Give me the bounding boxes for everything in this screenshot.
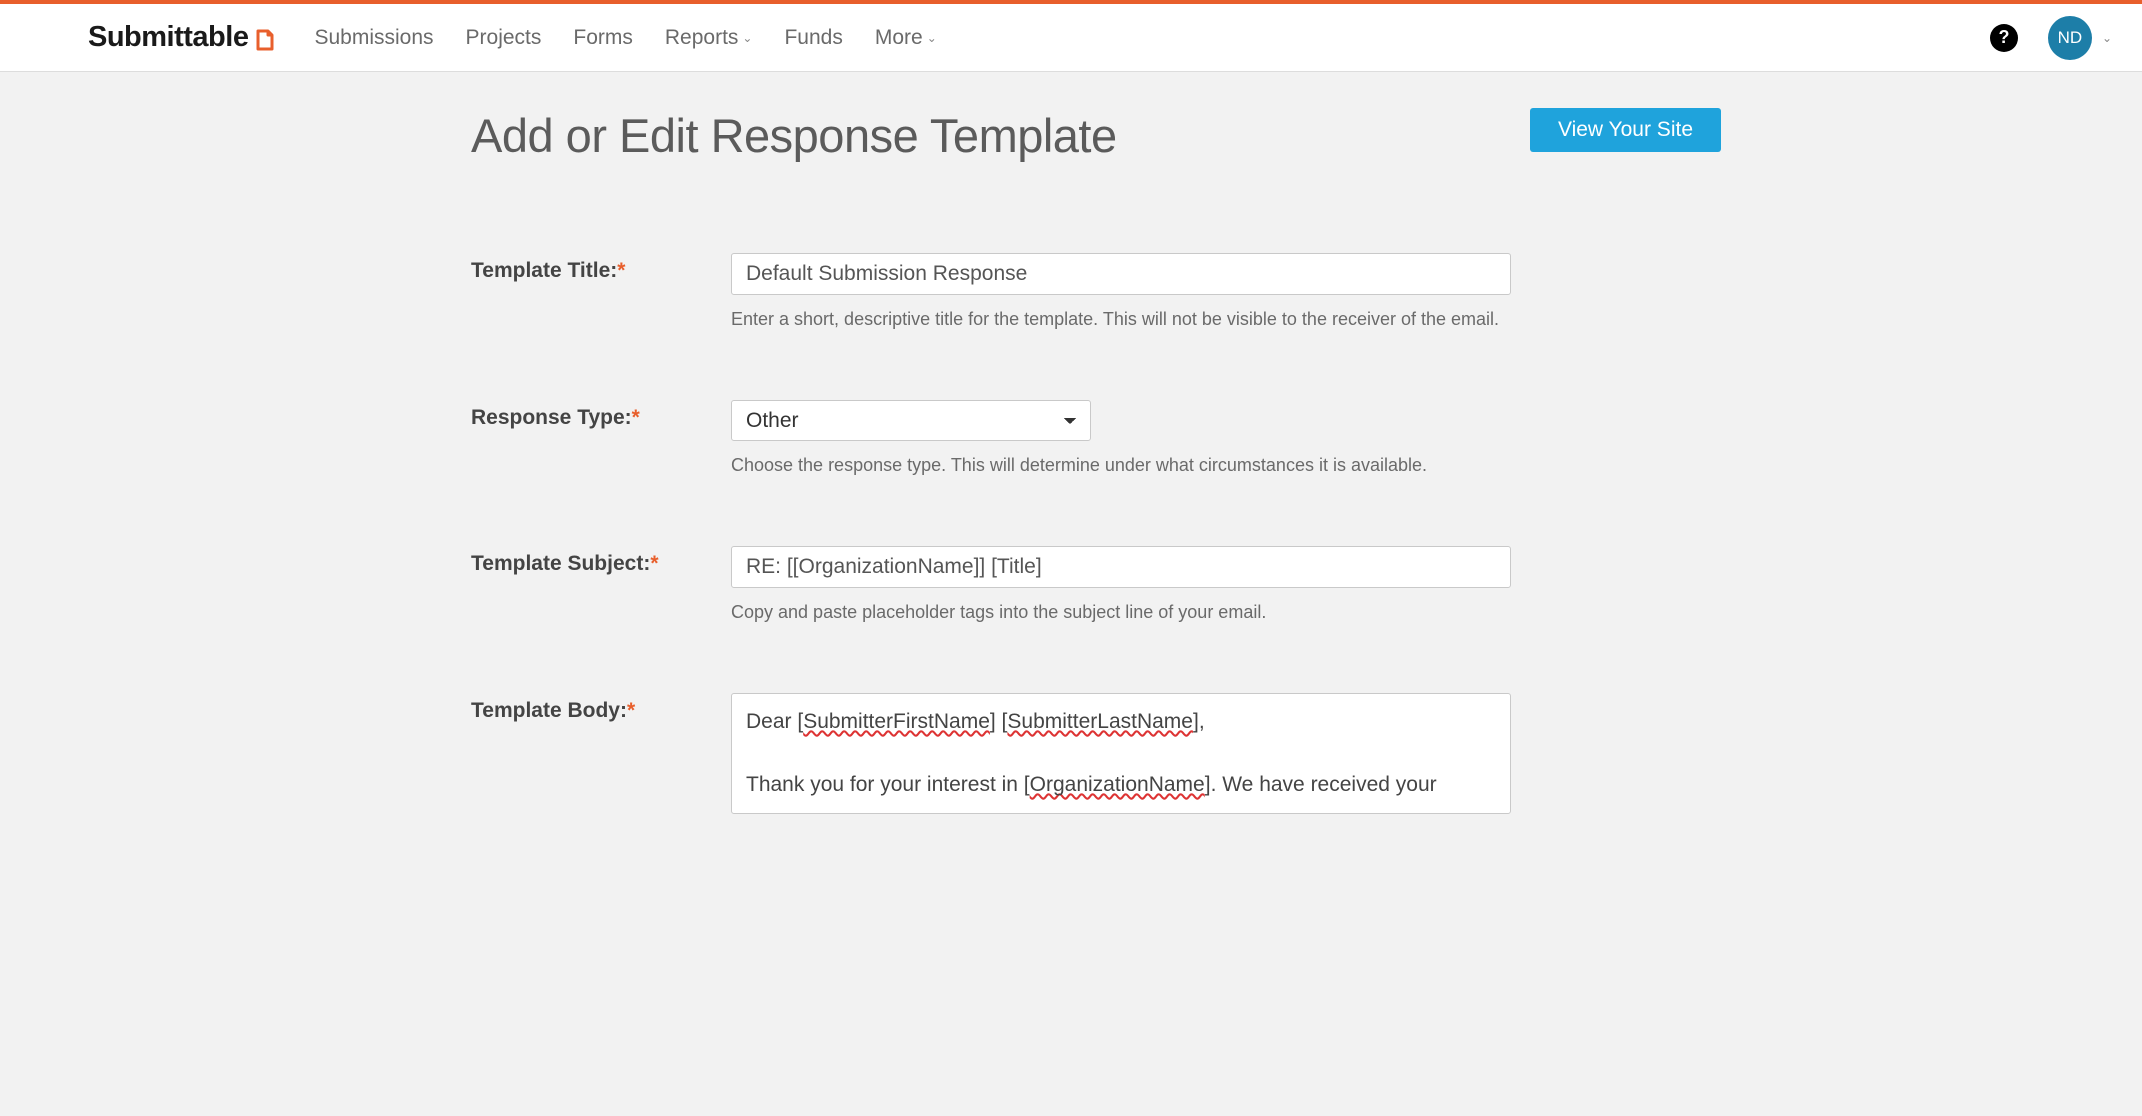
required-marker: * bbox=[650, 552, 658, 575]
page-header: Add or Edit Response Template View Your … bbox=[471, 108, 1721, 163]
row-template-title: Template Title:* Enter a short, descript… bbox=[471, 253, 1721, 330]
nav-submissions[interactable]: Submissions bbox=[314, 26, 433, 50]
help-template-title: Enter a short, descriptive title for the… bbox=[731, 309, 1511, 330]
help-icon[interactable]: ? bbox=[1990, 24, 2018, 52]
row-template-subject: Template Subject:* Copy and paste placeh… bbox=[471, 546, 1721, 623]
template-subject-input[interactable] bbox=[731, 546, 1511, 588]
nav-projects[interactable]: Projects bbox=[466, 26, 542, 50]
view-site-button[interactable]: View Your Site bbox=[1530, 108, 1721, 152]
nav-links: Submissions Projects Forms Reports ⌄ Fun… bbox=[314, 26, 936, 50]
help-response-type: Choose the response type. This will dete… bbox=[731, 455, 1511, 476]
nav-funds[interactable]: Funds bbox=[784, 26, 842, 50]
required-marker: * bbox=[632, 406, 640, 429]
row-template-body: Template Body:* Dear [SubmitterFirstName… bbox=[471, 693, 1721, 814]
label-response-type: Response Type:* bbox=[471, 400, 731, 430]
nav-forms[interactable]: Forms bbox=[573, 26, 633, 50]
nav-more[interactable]: More ⌄ bbox=[875, 26, 937, 50]
field-response-type: Other Choose the response type. This wil… bbox=[731, 400, 1511, 476]
user-menu[interactable]: ND ⌄ bbox=[2048, 16, 2112, 60]
template-body-editor[interactable]: Dear [SubmitterFirstName] [SubmitterLast… bbox=[731, 693, 1511, 814]
required-marker: * bbox=[617, 259, 625, 282]
nav-reports[interactable]: Reports ⌄ bbox=[665, 26, 753, 50]
label-template-title: Template Title:* bbox=[471, 253, 731, 283]
page-content: Add or Edit Response Template View Your … bbox=[381, 72, 1761, 814]
chevron-down-icon: ⌄ bbox=[2102, 31, 2112, 45]
body-line-2: Thank you for your interest in [Organiza… bbox=[746, 769, 1496, 801]
chevron-down-icon: ⌄ bbox=[742, 31, 752, 45]
avatar: ND bbox=[2048, 16, 2092, 60]
row-response-type: Response Type:* Other Choose the respons… bbox=[471, 400, 1721, 476]
nav-right: ? ND ⌄ bbox=[1990, 16, 2112, 60]
page-title: Add or Edit Response Template bbox=[471, 108, 1117, 163]
field-template-body: Dear [SubmitterFirstName] [SubmitterLast… bbox=[731, 693, 1511, 814]
top-nav: Submittable Submissions Projects Forms R… bbox=[0, 4, 2142, 72]
brand-text: Submittable bbox=[88, 21, 248, 54]
label-template-subject: Template Subject:* bbox=[471, 546, 731, 576]
field-template-title: Enter a short, descriptive title for the… bbox=[731, 253, 1511, 330]
template-title-input[interactable] bbox=[731, 253, 1511, 295]
chevron-down-icon: ⌄ bbox=[927, 31, 937, 45]
field-template-subject: Copy and paste placeholder tags into the… bbox=[731, 546, 1511, 623]
body-line-1: Dear [SubmitterFirstName] [SubmitterLast… bbox=[746, 706, 1496, 738]
brand-icon bbox=[254, 25, 276, 51]
required-marker: * bbox=[627, 699, 635, 722]
brand-logo[interactable]: Submittable bbox=[88, 21, 276, 54]
label-template-body: Template Body:* bbox=[471, 693, 731, 723]
body-blank bbox=[746, 738, 1496, 770]
help-template-subject: Copy and paste placeholder tags into the… bbox=[731, 602, 1511, 623]
response-type-select[interactable]: Other bbox=[731, 400, 1091, 441]
